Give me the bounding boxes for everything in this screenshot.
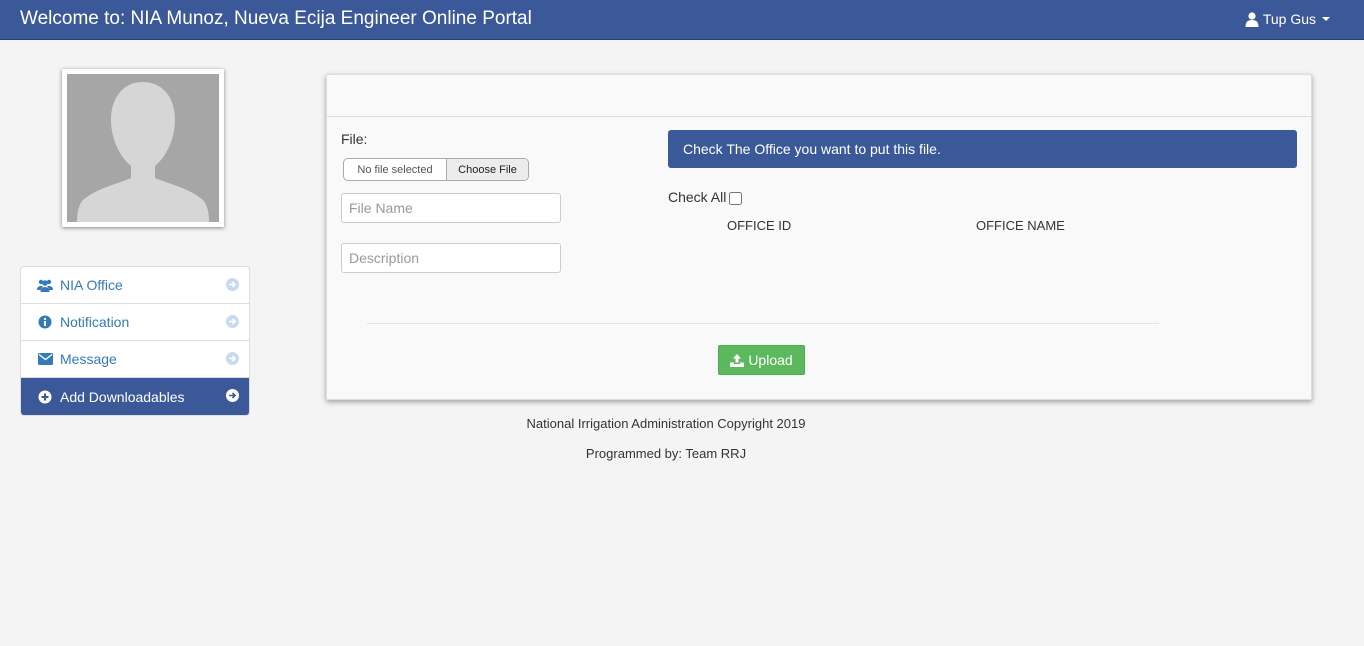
upload-icon — [730, 353, 745, 367]
check-all-checkbox[interactable] — [729, 192, 743, 205]
footer-programmed-by: Programmed by: Team RRJ — [585, 446, 747, 461]
file-name-input[interactable] — [341, 193, 561, 223]
caret-down-icon — [1322, 17, 1330, 21]
check-all-row: Check All — [668, 189, 743, 205]
users-icon — [37, 277, 53, 293]
sidebar-item-label: Message — [60, 351, 117, 367]
file-picker[interactable]: No file selected Choose File — [343, 158, 529, 181]
sidebar-nav: NIA Office Notification Message Add Down… — [20, 266, 250, 416]
user-icon — [1245, 12, 1259, 27]
sidebar-item-label: Notification — [60, 314, 130, 330]
default-avatar-silhouette-icon — [67, 74, 219, 222]
info-icon — [37, 314, 53, 330]
chevron-circle-right-icon — [226, 278, 239, 291]
user-name: Tup Gus — [1262, 11, 1316, 27]
upload-button[interactable]: Upload — [718, 345, 805, 375]
upload-panel: File: No file selected Choose File Check… — [326, 74, 1312, 400]
chevron-circle-right-icon — [226, 389, 239, 402]
sidebar-item-message[interactable]: Message — [21, 341, 249, 378]
user-menu-dropdown[interactable]: Tup Gus — [1244, 10, 1330, 28]
choose-file-button[interactable]: Choose File — [446, 159, 528, 180]
envelope-icon — [37, 351, 53, 367]
column-header-office-name: OFFICE NAME — [976, 218, 1065, 233]
office-instruction-banner: Check The Office you want to put this fi… — [668, 130, 1297, 168]
portal-title: Welcome to: NIA Munoz, Nueva Ecija Engin… — [20, 8, 532, 29]
sidebar-item-label: Add Downloadables — [60, 388, 185, 405]
profile-avatar — [62, 69, 224, 227]
sidebar-item-notification[interactable]: Notification — [21, 304, 249, 341]
top-navbar: Welcome to: NIA Munoz, Nueva Ecija Engin… — [0, 0, 1364, 40]
file-status: No file selected — [357, 163, 433, 176]
footer-copyright: National Irrigation Administration Copyr… — [526, 416, 806, 431]
plus-circle-icon — [37, 389, 53, 405]
chevron-circle-right-icon — [226, 315, 239, 328]
file-label: File: — [341, 131, 368, 147]
column-header-office-id: OFFICE ID — [727, 218, 792, 233]
sidebar-item-label: NIA Office — [60, 277, 123, 293]
check-all-label: Check All — [668, 189, 727, 205]
chevron-circle-right-icon — [226, 352, 239, 365]
sidebar-item-add-downloadables[interactable]: Add Downloadables — [21, 378, 249, 415]
description-input[interactable] — [341, 243, 561, 273]
divider — [367, 323, 1159, 324]
upload-label: Upload — [748, 352, 793, 368]
sidebar-item-nia-office[interactable]: NIA Office — [21, 267, 249, 304]
panel-heading — [327, 75, 1311, 117]
